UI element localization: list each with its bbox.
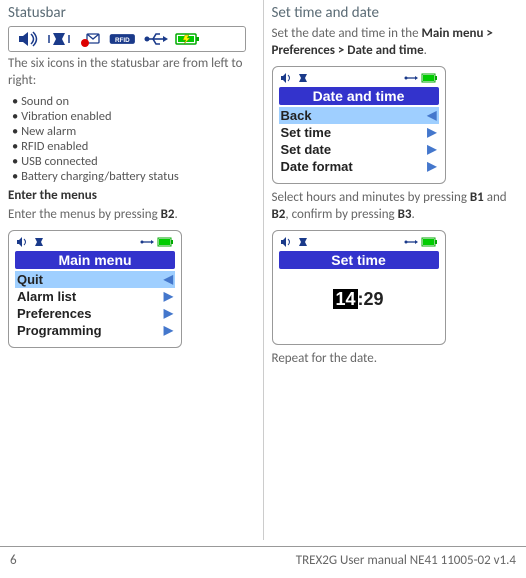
doc-id: TREX2G User manual NE41 11005-02 v1.4 — [296, 553, 516, 568]
set-time-heading: Set time and date — [272, 4, 517, 22]
list-item: Sound on — [12, 94, 253, 109]
statusbar-icon-list: Sound on Vibration enabled New alarm RFI… — [12, 94, 253, 184]
battery-icon — [421, 72, 439, 84]
screen-title: Set time — [279, 251, 439, 269]
enter-menus-text: Enter the menus by pressing B2. — [8, 207, 253, 224]
menu-row-back: Back◀ — [279, 107, 439, 124]
main-menu-screen: Main menu Quit◀ Alarm list▶ Preferences▶… — [8, 230, 182, 348]
arrow-right-icon: ▶ — [427, 125, 436, 139]
time-display: 14:29 — [279, 271, 439, 336]
usb-icon — [141, 29, 169, 49]
arrow-right-icon: ▶ — [427, 159, 436, 173]
usb-icon — [404, 72, 418, 84]
usb-icon — [140, 236, 154, 248]
select-hours-text: Select hours and minutes by pressing B1 … — [272, 190, 517, 224]
arrow-right-icon: ▶ — [164, 289, 173, 303]
mini-statusbar — [279, 71, 439, 85]
sound-icon — [13, 29, 41, 49]
page-number: 6 — [10, 553, 17, 568]
set-time-intro: Set the date and time in the Main menu >… — [272, 26, 517, 60]
screen-title: Date and time — [279, 87, 439, 105]
statusbar-heading: Statusbar — [8, 4, 253, 22]
vibration-icon — [296, 236, 310, 248]
arrow-left-icon: ◀ — [427, 108, 436, 122]
sound-icon — [279, 236, 293, 248]
vibration-icon — [32, 236, 46, 248]
set-time-screen: Set time 14:29 — [272, 230, 446, 345]
arrow-right-icon: ▶ — [427, 142, 436, 156]
menu-row-date-format: Date format▶ — [279, 158, 439, 175]
battery-icon — [173, 29, 201, 49]
battery-icon — [421, 236, 439, 248]
menu-row-alarm-list: Alarm list▶ — [15, 288, 175, 305]
svg-text:RFID: RFID — [115, 37, 130, 44]
arrow-right-icon: ▶ — [164, 323, 173, 337]
alarm-icon — [77, 29, 105, 49]
arrow-left-icon: ◀ — [164, 272, 173, 286]
mini-statusbar — [279, 235, 439, 249]
usb-icon — [404, 236, 418, 248]
sound-icon — [15, 236, 29, 248]
vibration-icon — [45, 29, 73, 49]
date-time-screen: Date and time Back◀ Set time▶ Set date▶ … — [272, 66, 446, 184]
battery-icon — [157, 236, 175, 248]
sound-icon — [279, 72, 293, 84]
list-item: USB connected — [12, 154, 253, 169]
rfid-icon: RFID — [109, 29, 137, 49]
enter-menus-head: Enter the menus — [8, 188, 253, 203]
list-item: Vibration enabled — [12, 109, 253, 124]
statusbar-intro: The six icons in the statusbar are from … — [8, 56, 253, 90]
statusbar-strip: RFID — [8, 26, 246, 52]
hours-field: 14 — [333, 289, 357, 309]
page-footer: 6 TREX2G User manual NE41 11005-02 v1.4 — [0, 546, 526, 578]
screen-title: Main menu — [15, 251, 175, 269]
menu-row-quit: Quit◀ — [15, 271, 175, 288]
list-item: Battery charging/battery status — [12, 169, 253, 184]
menu-row-programming: Programming▶ — [15, 322, 175, 339]
list-item: New alarm — [12, 124, 253, 139]
list-item: RFID enabled — [12, 139, 253, 154]
mini-statusbar — [15, 235, 175, 249]
menu-row-set-date: Set date▶ — [279, 141, 439, 158]
menu-row-set-time: Set time▶ — [279, 124, 439, 141]
arrow-right-icon: ▶ — [164, 306, 173, 320]
vibration-icon — [296, 72, 310, 84]
minutes-field: 29 — [364, 289, 384, 309]
menu-row-preferences: Preferences▶ — [15, 305, 175, 322]
repeat-text: Repeat for the date. — [272, 351, 517, 368]
